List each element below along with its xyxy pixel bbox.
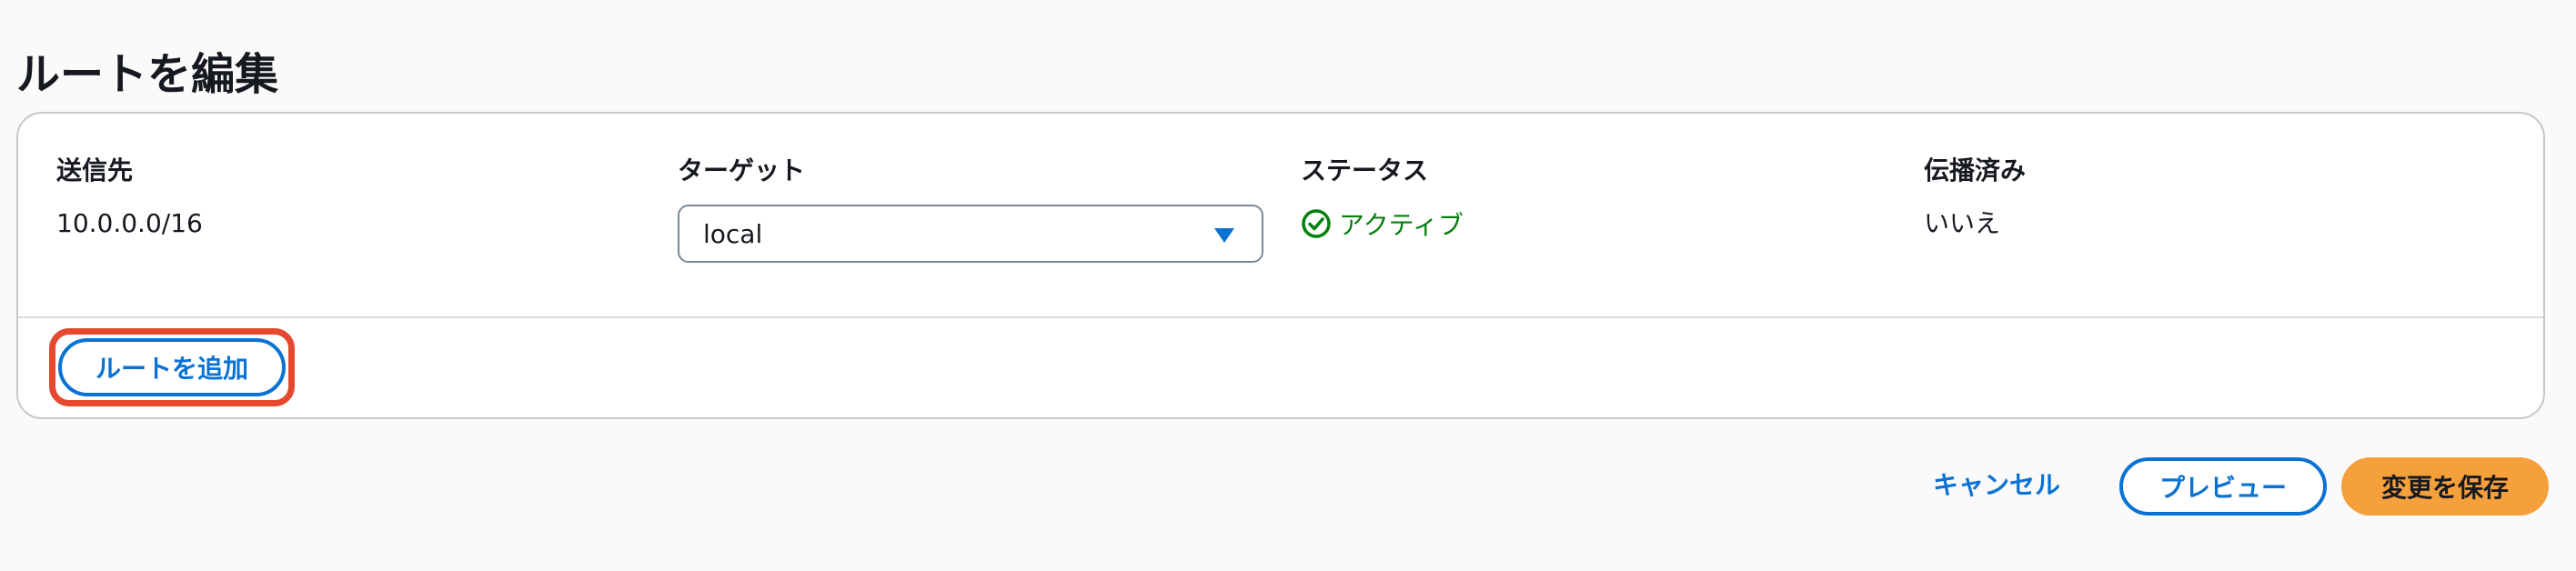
add-route-button[interactable]: ルートを追加 [58,338,286,396]
preview-button[interactable]: プレビュー [2119,457,2327,516]
column-header-destination-label: 送信先 [56,155,134,185]
caret-down-icon [1214,228,1234,243]
check-circle-icon [1302,209,1331,238]
save-changes-button[interactable]: 変更を保存 [2341,457,2549,516]
target-select[interactable]: local [678,205,1263,263]
column-header-propagated-label: 伝播済み [1924,155,2027,185]
table-divider [18,316,2543,318]
page-title: ルートを編集 [16,49,279,101]
column-header-status: ステータス [1301,152,1428,190]
target-select-value: local [703,219,763,249]
column-header-destination: 送信先 [56,152,133,190]
routes-table: 送信先 ターゲット ステータス 伝播済み 10.0.0.0/16 local ア… [16,112,2545,419]
status-label: アクティブ [1339,210,1464,240]
route-propagated: いいえ [1924,208,2001,238]
column-header-target-label: ターゲット [678,155,806,185]
column-header-status-label: ステータス [1301,155,1429,185]
route-destination: 10.0.0.0/16 [56,208,203,238]
status-indicator: アクティブ [1301,205,1464,243]
cancel-button[interactable]: キャンセル [1933,466,2060,505]
column-header-propagated: 伝播済み [1924,152,2026,190]
column-header-target: ターゲット [678,152,805,190]
